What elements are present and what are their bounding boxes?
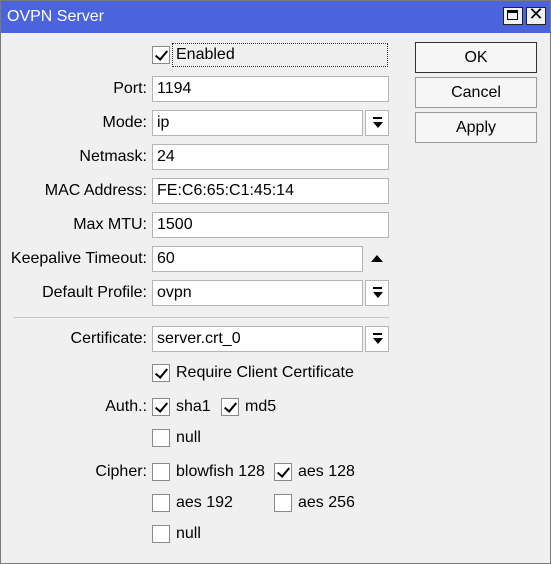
maximize-icon[interactable]	[503, 7, 523, 25]
netmask-field[interactable]: 24	[152, 144, 389, 170]
collapse-up-icon[interactable]	[371, 255, 383, 262]
keepalive-timeout-field[interactable]: 60	[152, 246, 363, 272]
cipher-blowfish-128-label: blowfish 128	[176, 463, 265, 480]
cipher-aes-192-checkbox[interactable]	[152, 494, 170, 512]
title-bar[interactable]: OVPN Server ✕	[1, 1, 550, 33]
cipher-aes-192-label: aes 192	[176, 494, 233, 511]
mac-address-field[interactable]: FE:C6:65:C1:45:14	[152, 178, 389, 204]
cancel-button[interactable]: Cancel	[415, 77, 537, 108]
auth-label: Auth.:	[105, 398, 147, 415]
certificate-select[interactable]: server.crt_0	[152, 326, 363, 352]
cipher-aes-256-checkbox[interactable]	[274, 494, 292, 512]
certificate-label: Certificate:	[70, 330, 147, 347]
ok-button[interactable]: OK	[415, 42, 537, 73]
auth-null-checkbox[interactable]	[152, 429, 170, 447]
default-profile-dropdown-icon[interactable]	[365, 280, 389, 306]
port-label: Port:	[113, 80, 147, 97]
mode-label: Mode:	[102, 114, 147, 131]
close-icon[interactable]: ✕	[526, 5, 546, 25]
window-title: OVPN Server	[7, 8, 104, 25]
cipher-blowfish-128-checkbox[interactable]	[152, 463, 170, 481]
default-profile-label: Default Profile:	[42, 284, 147, 301]
auth-sha1-label: sha1	[176, 398, 211, 415]
cipher-aes-128-checkbox[interactable]	[274, 463, 292, 481]
mac-address-label: MAC Address:	[44, 182, 147, 199]
mode-select[interactable]: ip	[152, 110, 363, 136]
auth-null-label: null	[176, 429, 201, 446]
require-client-certificate-label: Require Client Certificate	[176, 364, 354, 381]
cipher-aes-256-label: aes 256	[298, 494, 355, 511]
auth-md5-checkbox[interactable]	[221, 398, 239, 416]
mode-dropdown-icon[interactable]	[365, 110, 389, 136]
cipher-aes-128-label: aes 128	[298, 463, 355, 480]
default-profile-select[interactable]: ovpn	[152, 280, 363, 306]
cipher-null-checkbox[interactable]	[152, 525, 170, 543]
netmask-label: Netmask:	[79, 148, 147, 165]
max-mtu-label: Max MTU:	[73, 216, 147, 233]
ovpn-server-window: OVPN Server ✕ Enabled Port: 1194 Mode: i…	[0, 0, 551, 564]
enabled-checkbox[interactable]	[152, 46, 170, 64]
port-field[interactable]: 1194	[152, 76, 389, 102]
require-client-certificate-checkbox[interactable]	[152, 364, 170, 382]
keepalive-timeout-label: Keepalive Timeout:	[10, 250, 147, 267]
auth-md5-label: md5	[245, 398, 277, 415]
apply-button[interactable]: Apply	[415, 112, 537, 143]
cipher-label: Cipher:	[95, 463, 147, 480]
separator	[13, 317, 389, 318]
enabled-label: Enabled	[176, 46, 235, 63]
auth-sha1-checkbox[interactable]	[152, 398, 170, 416]
cipher-null-label: null	[176, 525, 201, 542]
max-mtu-field[interactable]: 1500	[152, 212, 389, 238]
certificate-dropdown-icon[interactable]	[365, 326, 389, 352]
